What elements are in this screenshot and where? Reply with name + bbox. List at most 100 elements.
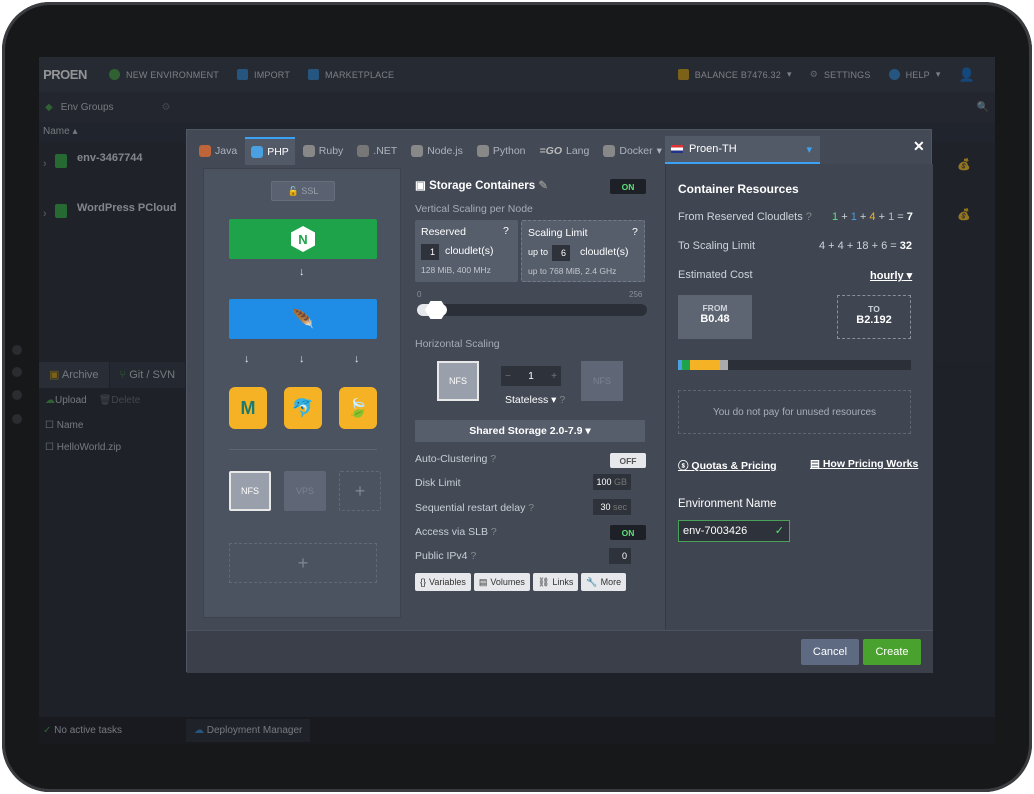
help-icon[interactable]: ? [632, 226, 638, 238]
dotnet-icon [357, 145, 370, 157]
help-icon[interactable]: ? [503, 225, 509, 237]
nfs-label: NFS [241, 486, 259, 496]
pricing-link[interactable]: ▤ How Pricing Works [810, 458, 918, 470]
tab-python[interactable]: Python [471, 137, 532, 165]
ssl-toggle[interactable]: 🔓 SSL [271, 181, 335, 201]
tab-dotnet[interactable]: .NET [351, 137, 403, 165]
php-app-server[interactable]: 🪶 [229, 299, 377, 339]
minus-icon[interactable]: − [505, 371, 511, 382]
python-icon [476, 145, 489, 157]
calc-part: 1 [850, 211, 857, 223]
quotas-link[interactable]: ⓢ Quotas & Pricing [678, 458, 777, 473]
node-count-value: 1 [528, 370, 534, 382]
mysql-node[interactable]: 🐬 [284, 387, 322, 429]
nfs-node[interactable]: NFS [229, 471, 271, 511]
cost-to-value: B2.192 [856, 314, 892, 326]
tab-docker[interactable]: Docker ▾ [597, 137, 668, 165]
volumes-button[interactable]: ▤ Volumes [473, 573, 530, 591]
feather-icon: 🪶 [291, 308, 315, 329]
tab-php[interactable]: PHP [245, 137, 295, 165]
vps-node[interactable]: VPS [284, 471, 326, 511]
app-screen: PROEN NEW ENVIRONMENT IMPORT MARKETPLACE… [39, 57, 995, 744]
scaling-input[interactable]: 6 [552, 245, 570, 261]
node-actions: {} Variables ▤ Volumes ⛓ Links 🔧 More [415, 573, 627, 591]
help-icon[interactable]: ? [559, 394, 565, 406]
scaling-unit: cloudlet(s) [580, 246, 629, 258]
help-icon[interactable]: ? [491, 526, 497, 538]
check-icon: ✓ [774, 525, 784, 537]
add-layer-button[interactable]: + [229, 543, 377, 583]
disk-unit: GB [613, 477, 627, 487]
cost-bar [678, 360, 911, 370]
calc-part: + [841, 211, 848, 223]
slider-min: 0 [417, 290, 422, 299]
mongodb-node[interactable]: 🍃 [339, 387, 377, 429]
plus-icon: + [297, 552, 309, 573]
reserved-cloudlets-text: From Reserved Cloudlets [678, 211, 803, 223]
reserved-unit: cloudlet(s) [445, 245, 494, 257]
auto-clustering-text: Auto-Clustering [415, 453, 488, 465]
help-icon[interactable]: ? [806, 211, 812, 223]
nginx-icon: N [291, 226, 315, 252]
links-button[interactable]: ⛓ Links [532, 573, 579, 591]
help-icon[interactable]: ? [490, 453, 496, 465]
flag-icon [671, 145, 683, 153]
disk-limit-input[interactable]: 100 GB [593, 474, 631, 490]
auto-clustering-label: Auto-Clustering ? [415, 453, 496, 465]
create-button[interactable]: Create [863, 639, 921, 665]
scaling-prefix: up to [528, 247, 549, 257]
stateless-label: Stateless [505, 394, 549, 406]
add-storage-button[interactable]: + [339, 471, 381, 511]
help-icon[interactable]: ? [528, 502, 534, 514]
braces-icon: {} [420, 577, 427, 587]
restart-delay-input[interactable]: 30 sec [593, 499, 631, 515]
tab-java[interactable]: Java [193, 137, 243, 165]
slb-text: Access via SLB [415, 526, 488, 538]
unused-note: You do not pay for unused resources [678, 390, 911, 434]
reserved-input[interactable]: 1 [421, 244, 439, 260]
slb-label: Access via SLB ? [415, 526, 497, 538]
cloudlet-slider[interactable] [417, 301, 647, 319]
scaling-limit-label: To Scaling Limit [678, 240, 756, 252]
edit-icon[interactable]: ✎ [538, 180, 548, 192]
calc-part: 1 [832, 211, 839, 223]
plus-icon: + [354, 480, 366, 501]
go-icon: =GO [539, 145, 562, 157]
cost-to: TO B2.192 [837, 295, 911, 339]
resources-panel: Container Resources From Reserved Cloudl… [665, 164, 933, 630]
restart-unit: sec [612, 502, 627, 512]
scaling-limit-box: Scaling Limit ? up to 6 cloudlet(s) up t… [521, 220, 645, 282]
node-count-stepper[interactable]: − 1 + [501, 366, 561, 386]
more-label: More [600, 577, 622, 587]
more-button[interactable]: 🔧 More [581, 573, 627, 591]
cancel-button[interactable]: Cancel [801, 639, 859, 665]
scaling-calc-text: 4 + 4 + 18 + 6 = [819, 240, 897, 252]
slb-toggle[interactable]: ON [610, 525, 646, 540]
quotas-link-label: Quotas & Pricing [691, 460, 777, 472]
tab-ruby[interactable]: Ruby [297, 137, 350, 165]
plus-icon[interactable]: + [551, 371, 557, 382]
cost-bar-seg [720, 360, 728, 370]
close-icon[interactable]: ✕ [913, 138, 925, 155]
nginx-balancer[interactable]: N [229, 219, 377, 259]
memcached-node[interactable]: M [229, 387, 267, 429]
restart-delay-text: Sequential restart delay [415, 502, 526, 514]
dolphin-icon: 🐬 [291, 397, 315, 418]
env-name-field[interactable]: env-7003426 ✓ [678, 520, 790, 542]
tab-go[interactable]: =GO Lang [534, 137, 596, 165]
links-label: Links [552, 577, 574, 587]
volume-icon: ▤ [478, 576, 488, 587]
storage-toggle[interactable]: ON [610, 179, 646, 194]
restart-delay-label: Sequential restart delay ? [415, 502, 534, 514]
period-select[interactable]: hourly ▾ [870, 269, 912, 282]
help-icon[interactable]: ? [470, 550, 476, 562]
ipv4-input[interactable]: 0 [609, 548, 631, 564]
stateless-select[interactable]: Stateless ▾ ? [505, 394, 565, 406]
region-select[interactable]: Proen-TH ▾ [665, 136, 820, 164]
variables-button[interactable]: {} Variables [415, 573, 471, 591]
shared-storage-select[interactable]: Shared Storage 2.0-7.9 ▾ [415, 420, 645, 442]
auto-clustering-toggle[interactable]: OFF [610, 453, 646, 468]
calc-part: + [878, 211, 885, 223]
tab-nodejs[interactable]: Node.js [405, 137, 469, 165]
dollar-icon: ⓢ [678, 460, 689, 472]
